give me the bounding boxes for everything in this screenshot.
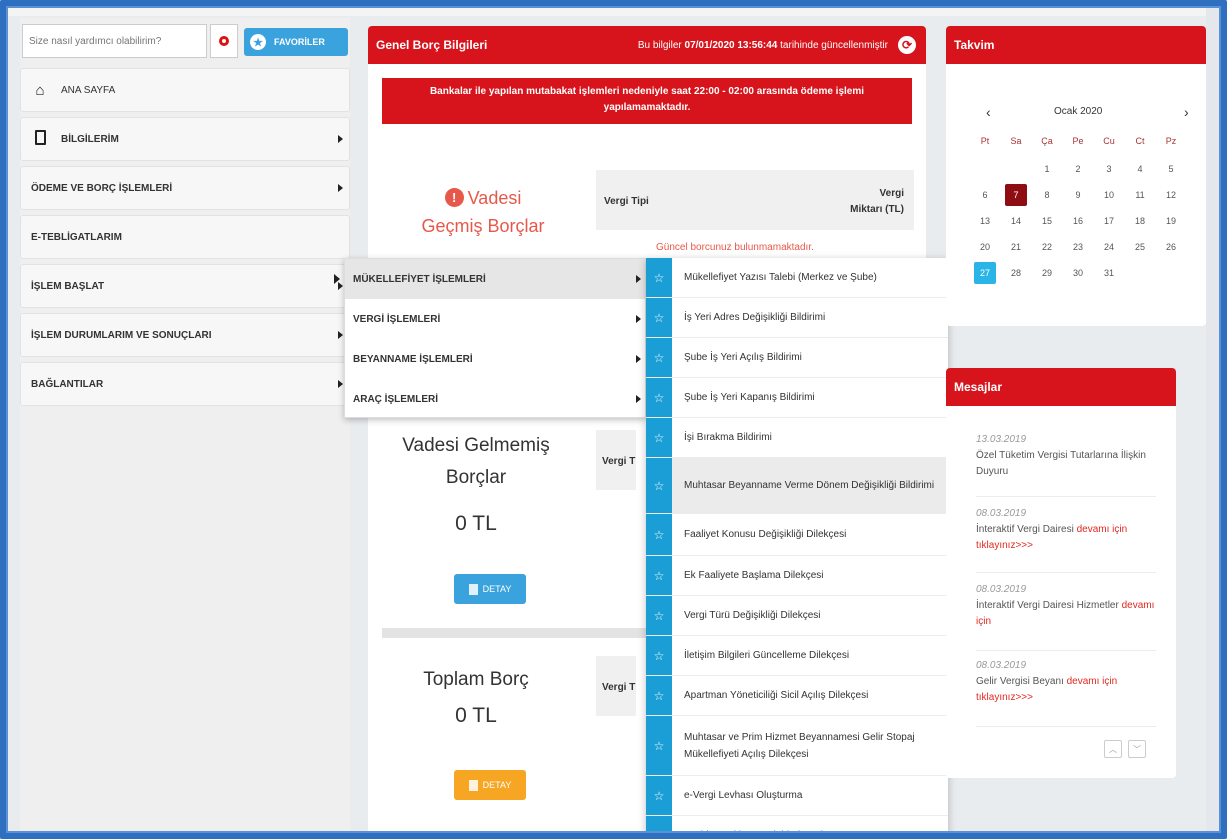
browser-frame: ★ FAVORİLER ⌂ ANA SAYFA BİLGİLERİM ÖDEME…: [0, 0, 1227, 839]
bottom-strip: [6, 832, 1221, 833]
frame-border: [6, 6, 1221, 833]
